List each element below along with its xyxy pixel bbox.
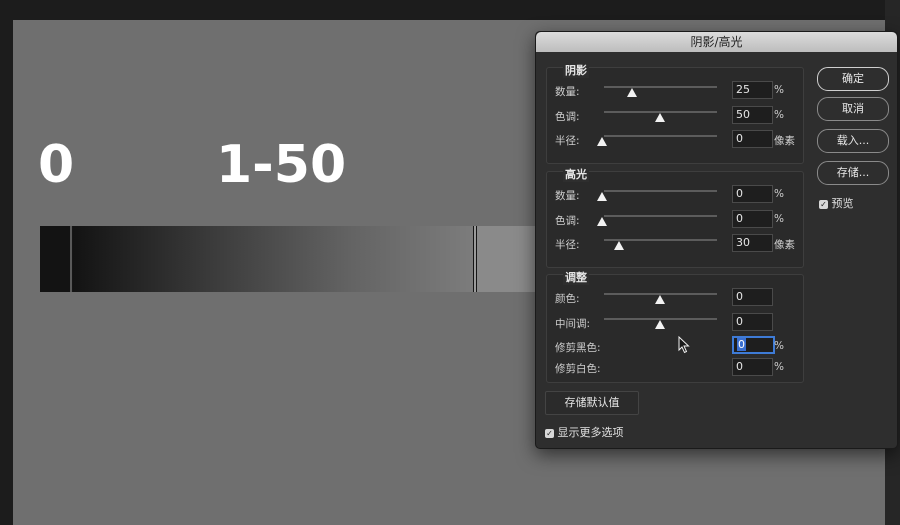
shadows-amount-slider[interactable] <box>604 86 717 88</box>
midtone-field[interactable]: 0 <box>732 313 773 331</box>
clip-black-label: 修剪黑色: <box>555 342 601 354</box>
unit-label: 像素 <box>774 239 795 251</box>
clip-white-label: 修剪白色: <box>555 363 601 375</box>
save-default-button[interactable]: 存储默认值 <box>545 391 639 415</box>
shadows-radius-field[interactable]: 0 <box>732 130 773 148</box>
unit-label: % <box>774 84 784 96</box>
highlights-tone-thumb[interactable] <box>597 217 607 226</box>
clip-black-value: 0 <box>737 338 746 351</box>
unit-label: 像素 <box>774 135 795 147</box>
shadows-tone-label: 色调: <box>555 111 580 123</box>
label-range: 1-50 <box>216 135 347 195</box>
shadows-tone-thumb[interactable] <box>655 113 665 122</box>
shadow-highlight-dialog: 阴影/高光 阴影 数量: 25 % 色调: 50 % 半径: 0 像素 高光 数… <box>535 31 898 449</box>
ok-button[interactable]: 确定 <box>817 67 889 91</box>
highlights-amount-thumb[interactable] <box>597 192 607 201</box>
gradient-ramp <box>73 226 473 292</box>
color-field[interactable]: 0 <box>732 288 773 306</box>
color-thumb[interactable] <box>655 295 665 304</box>
cancel-button[interactable]: 取消 <box>817 97 889 121</box>
dialog-title[interactable]: 阴影/高光 <box>536 32 897 52</box>
load-button[interactable]: 载入... <box>817 129 889 153</box>
highlights-title: 高光 <box>563 166 589 182</box>
unit-label: % <box>774 340 784 352</box>
highlights-group: 高光 数量: 0 % 色调: 0 % 半径: 30 像素 <box>546 166 804 268</box>
color-label: 颜色: <box>555 293 580 305</box>
top-bar <box>0 0 900 20</box>
preview-checkbox[interactable]: ✓ 预览 <box>819 195 854 211</box>
shadows-tone-field[interactable]: 50 <box>732 106 773 124</box>
adjustments-group: 调整 颜色: 0 中间调: 0 修剪黑色: 0 % 修剪白色: 0 % <box>546 269 804 383</box>
highlights-radius-thumb[interactable] <box>614 241 624 250</box>
highlights-tone-field[interactable]: 0 <box>732 210 773 228</box>
mouse-pointer-icon <box>678 336 690 354</box>
unit-label: % <box>774 213 784 225</box>
adjustments-title: 调整 <box>563 269 589 285</box>
more-options-checkbox[interactable]: ✓ 显示更多选项 <box>545 424 624 440</box>
checkbox-checked-icon: ✓ <box>545 428 554 438</box>
midtone-thumb[interactable] <box>655 320 665 329</box>
highlights-radius-field[interactable]: 30 <box>732 234 773 252</box>
highlights-amount-field[interactable]: 0 <box>732 185 773 203</box>
shadows-amount-label: 数量: <box>555 86 580 98</box>
highlights-radius-label: 半径: <box>555 239 580 251</box>
unit-label: % <box>774 109 784 121</box>
black-swatch <box>40 226 70 292</box>
unit-label: % <box>774 188 784 200</box>
shadows-radius-slider[interactable] <box>604 135 717 137</box>
highlights-tone-slider[interactable] <box>604 215 717 217</box>
shadows-title: 阴影 <box>563 62 589 78</box>
save-button[interactable]: 存储... <box>817 161 889 185</box>
highlights-tone-label: 色调: <box>555 215 580 227</box>
highlights-amount-slider[interactable] <box>604 190 717 192</box>
clip-white-field[interactable]: 0 <box>732 358 773 376</box>
checkbox-checked-icon: ✓ <box>819 199 828 209</box>
gradient-bar <box>40 226 560 292</box>
more-options-label: 显示更多选项 <box>557 426 624 439</box>
shadows-radius-thumb[interactable] <box>597 137 607 146</box>
separator <box>70 226 72 292</box>
midtone-label: 中间调: <box>555 318 591 330</box>
label-zero: 0 <box>38 135 75 195</box>
shadows-amount-thumb[interactable] <box>627 88 637 97</box>
separator <box>474 226 476 292</box>
shadows-radius-label: 半径: <box>555 135 580 147</box>
shadows-amount-field[interactable]: 25 <box>732 81 773 99</box>
highlights-amount-label: 数量: <box>555 190 580 202</box>
shadows-group: 阴影 数量: 25 % 色调: 50 % 半径: 0 像素 <box>546 62 804 164</box>
preview-label: 预览 <box>831 197 854 210</box>
unit-label: % <box>774 361 784 373</box>
clip-black-field[interactable]: 0 <box>732 336 775 354</box>
